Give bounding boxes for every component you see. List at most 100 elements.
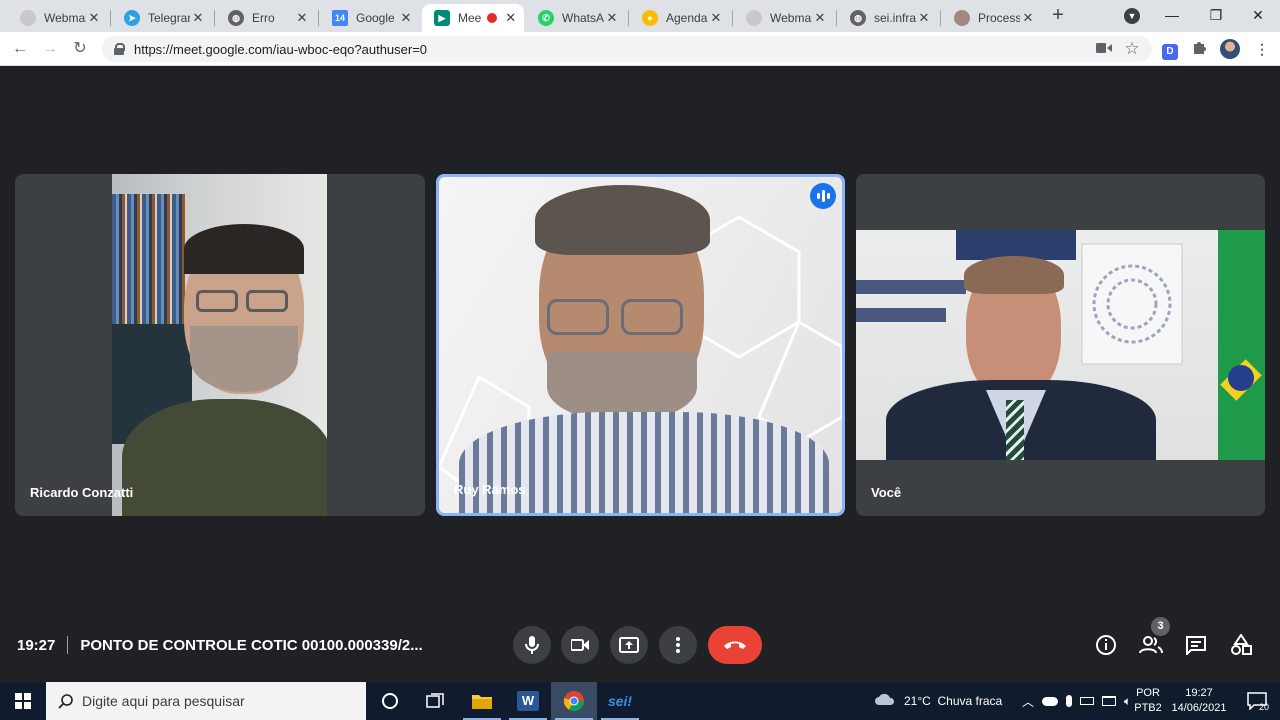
close-icon[interactable]: ✕ [708,10,724,26]
forward-button[interactable]: → [38,37,62,61]
microphone-button[interactable] [513,626,551,664]
chevron-down-icon: ▼ [1124,8,1140,25]
recording-icon [487,13,498,23]
tab-title: sei.infra [874,11,916,25]
bookmark-star-icon[interactable]: ☆ [1122,39,1142,59]
tab-telegram[interactable]: ➤ Telegram ✕ [112,4,212,32]
info-icon [1096,635,1116,655]
chrome-icon [563,691,585,712]
tab-title: WhatsApp [562,11,604,25]
more-vert-icon [676,637,680,653]
tab-sei[interactable]: ◍ sei.infra ✕ [838,4,938,32]
meet-icon: ▶ [434,10,450,26]
activities-button[interactable] [1228,632,1254,658]
cortana-circle-icon [382,693,398,709]
close-icon[interactable]: ✕ [190,10,206,26]
tab-title: Processo [978,11,1020,25]
tab-google-calendar[interactable]: 14 Google ✕ [320,4,420,32]
background-logo [441,221,481,235]
weather-text: 21°C Chuva fraca [904,694,1003,708]
tab-webmail-2[interactable]: Webmail ✕ [734,4,834,32]
tab-agenda[interactable]: ● Agenda ✕ [630,4,730,32]
windows-logo-icon [15,693,31,709]
tab-meet[interactable]: ▶ Mee ✕ [422,4,524,32]
close-icon[interactable]: ✕ [812,10,828,26]
close-icon[interactable]: ✕ [503,10,518,26]
globe-icon: ◍ [228,10,244,26]
taskbar-search-box[interactable]: Digite aqui para pesquisar [46,682,366,720]
cortana-button[interactable] [367,682,413,720]
system-clock[interactable]: 19:27 14/06/2021 [1168,686,1230,716]
minimize-button[interactable]: — [1152,0,1192,32]
chrome-button[interactable] [551,682,597,720]
new-tab-button[interactable]: + [1046,4,1070,28]
notification-center-button[interactable]: 20 [1234,682,1280,720]
tab-processo[interactable]: Processo ✕ [942,4,1042,32]
battery-icon[interactable] [1080,697,1095,705]
participant-video [856,230,1265,460]
tab-search-button[interactable]: ▼ [1112,0,1152,32]
close-icon[interactable]: ✕ [86,10,102,26]
background-emblem [1081,243,1183,365]
processo-icon [954,10,970,26]
language-indicator[interactable]: POR PTB2 [1128,686,1168,716]
meeting-details: 19:27 PONTO DE CONTROLE COTIC 00100.0003… [17,636,423,654]
close-window-button[interactable]: ✕ [1238,0,1278,32]
url-text: https://meet.google.com/iau-wboc-eqo?aut… [134,41,428,57]
task-view-button[interactable] [412,682,458,720]
menu-kebab-icon[interactable]: ⋮ [1252,39,1272,59]
present-screen-button[interactable] [610,626,648,664]
more-options-button[interactable] [659,626,697,664]
browser-tab-strip: Webmail ✕ ➤ Telegram ✕ ◍ Erro ✕ 14 Googl… [0,0,1280,32]
address-bar[interactable]: https://meet.google.com/iau-wboc-eqo?aut… [102,36,1152,62]
tab-title: Webmail [770,11,812,25]
sei-icon: sei! [607,693,633,709]
close-icon[interactable]: ✕ [398,10,414,26]
participant-tile-active-speaker[interactable]: Ruy Ramos [436,174,845,516]
lock-icon [114,43,125,55]
extension-d-icon[interactable]: D [1160,39,1180,60]
people-count-badge: 3 [1151,617,1170,636]
close-icon[interactable]: ✕ [916,10,932,26]
close-icon[interactable]: ✕ [604,10,620,26]
speaking-indicator-icon [810,183,836,209]
file-explorer-button[interactable] [459,682,505,720]
participant-video [112,174,327,516]
agenda-icon: ● [642,10,658,26]
chevron-up-icon[interactable]: ︿ [1022,693,1034,710]
sei-button[interactable]: sei! [597,682,643,720]
camera-icon[interactable] [1094,39,1114,59]
tab-whatsapp[interactable]: ✆ WhatsApp ✕ [526,4,626,32]
call-end-icon [724,641,746,649]
close-icon[interactable]: ✕ [1020,10,1036,26]
tab-erro[interactable]: ◍ Erro ✕ [216,4,316,32]
camera-button[interactable] [561,626,599,664]
microphone-tray-icon[interactable] [1066,695,1073,707]
tab-title: Erro [252,11,275,25]
participant-tile[interactable]: Ricardo Conzatti [15,174,425,516]
tab-webmail-1[interactable]: Webmail ✕ [8,4,108,32]
word-button[interactable]: W [505,682,551,720]
onedrive-cloud-icon[interactable] [1042,696,1059,706]
language-code: POR [1136,687,1160,699]
participant-tile-self[interactable]: Você [856,174,1265,516]
present-screen-icon [619,637,639,653]
weather-widget[interactable]: 21°C Chuva fraca [874,682,1002,720]
meeting-info-button[interactable] [1093,632,1119,658]
whatsapp-icon: ✆ [538,10,554,26]
word-icon: W [517,691,539,711]
back-button[interactable]: ← [8,37,32,61]
network-icon[interactable] [1102,696,1117,706]
profile-avatar[interactable] [1220,39,1240,59]
participant-name: Você [871,485,902,500]
reload-button[interactable]: ↻ [68,37,92,61]
notification-count: 20 [1259,702,1270,712]
leave-call-button[interactable] [708,626,762,664]
extensions-puzzle-icon[interactable] [1190,39,1210,59]
start-button[interactable] [0,682,46,720]
telegram-icon: ➤ [124,10,140,26]
folder-icon [472,695,492,709]
chat-button[interactable] [1183,632,1209,658]
maximize-button[interactable]: ❐ [1196,0,1236,32]
close-icon[interactable]: ✕ [294,10,310,26]
